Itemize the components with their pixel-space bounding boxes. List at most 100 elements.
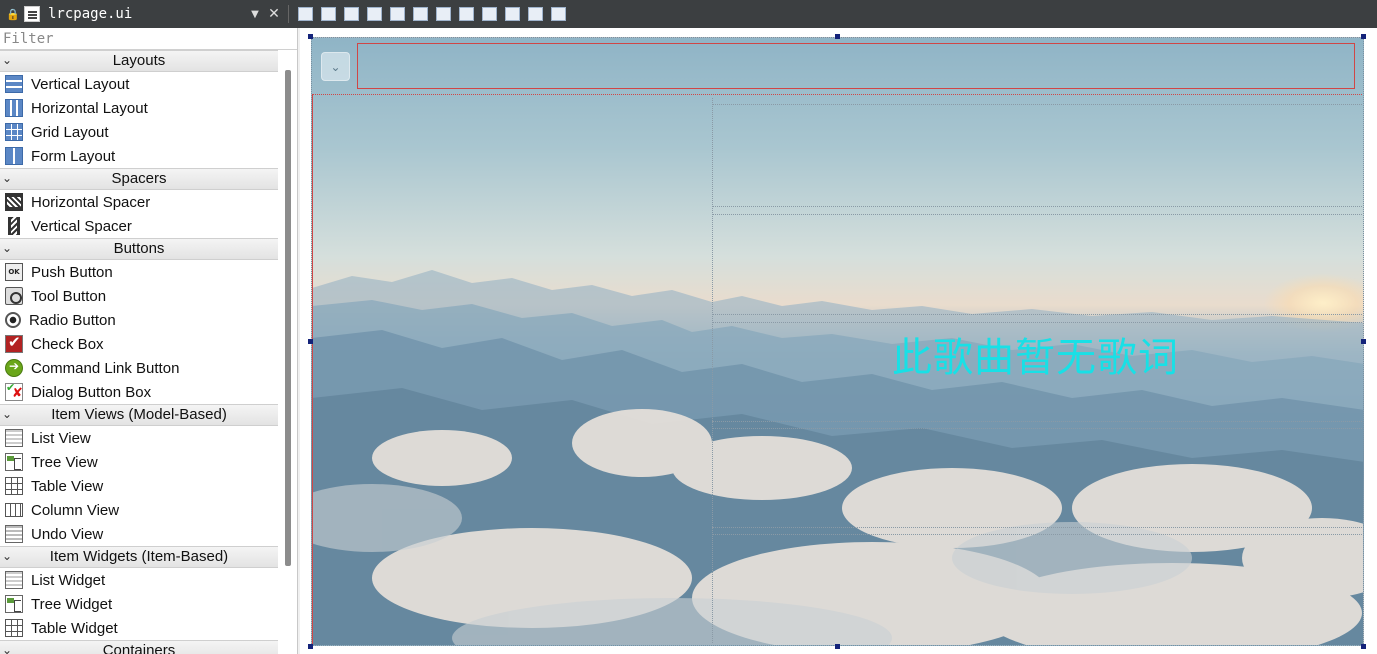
radio-button-icon	[5, 312, 21, 328]
lay-out-form-icon[interactable]	[479, 4, 500, 24]
lock-icon: 🔒	[6, 7, 20, 21]
tree-widget-icon	[5, 595, 23, 613]
horizontal-layout-icon	[5, 99, 23, 117]
table-view-icon	[5, 477, 23, 495]
edit-buddies-icon[interactable]	[341, 4, 362, 24]
edit-signals-icon[interactable]	[318, 4, 339, 24]
form-layout-icon	[5, 147, 23, 165]
widget-item[interactable]: Dialog Button Box	[0, 380, 278, 404]
widget-item[interactable]: List Widget	[0, 568, 278, 592]
widget-item[interactable]: Column View	[0, 498, 278, 522]
chevron-down-icon: ⌄	[330, 59, 341, 74]
category-label: Item Views (Model-Based)	[51, 406, 227, 423]
widget-item[interactable]: OK Push Button	[0, 260, 278, 284]
category-label: Buttons	[113, 240, 165, 257]
tool-button-icon	[5, 287, 23, 305]
category-header[interactable]: ⌄ Containers	[0, 640, 278, 654]
widget-item-label: Tree View	[31, 453, 98, 471]
resize-handle[interactable]	[835, 644, 840, 649]
widget-item-label: Tree Widget	[31, 595, 113, 613]
break-layout-icon[interactable]	[525, 4, 546, 24]
layout-guide	[712, 534, 1363, 535]
chevron-down-icon[interactable]: ▼	[248, 9, 262, 20]
title-frame[interactable]	[357, 43, 1355, 89]
widget-item[interactable]: Table Widget	[0, 616, 278, 640]
chevron-down-icon: ⌄	[2, 549, 13, 563]
dropdown-button[interactable]: ⌄	[321, 52, 350, 81]
close-icon[interactable]: ✕	[264, 6, 284, 22]
layout-guide	[712, 322, 1363, 323]
adjust-size-icon[interactable]	[548, 4, 569, 24]
category-header[interactable]: ⌄ Layouts	[0, 50, 278, 72]
widget-item[interactable]: Tree Widget	[0, 592, 278, 616]
tree-view-icon	[5, 453, 23, 471]
widget-item[interactable]: Grid Layout	[0, 120, 278, 144]
widget-item[interactable]: Command Link Button	[0, 356, 278, 380]
file-selector[interactable]: lrcpage.ui	[48, 6, 248, 22]
resize-handle[interactable]	[1361, 339, 1366, 344]
category-label: Containers	[102, 642, 176, 654]
widget-category-list: ⌄ Layouts Vertical Layout Horizontal Layout…	[0, 50, 297, 654]
list-view-icon	[5, 429, 23, 447]
widget-item-label: List View	[31, 429, 91, 447]
layout-guide	[712, 206, 1363, 207]
widget-item[interactable]: Vertical Layout	[0, 72, 278, 96]
designer-toolbar: 🔒 lrcpage.ui ▼ ✕	[0, 0, 1377, 28]
resize-handle[interactable]	[308, 644, 313, 649]
layout-guide	[712, 428, 1363, 429]
lay-out-vertically-icon[interactable]	[410, 4, 431, 24]
widget-item[interactable]: Form Layout	[0, 144, 278, 168]
category-header[interactable]: ⌄ Spacers	[0, 168, 278, 190]
category-label: Layouts	[112, 52, 166, 69]
widget-item-label: Form Layout	[31, 147, 116, 165]
command-link-icon	[5, 359, 23, 377]
widget-box: Filter ⌄ Layouts Vertical Layout Horizontal…	[0, 28, 298, 654]
widget-item[interactable]: Check Box	[0, 332, 278, 356]
widget-item-label: List Widget	[31, 571, 106, 589]
push-button-icon: OK	[5, 263, 23, 281]
chevron-down-icon: ⌄	[2, 643, 13, 654]
widget-item[interactable]: Table View	[0, 474, 278, 498]
check-box-icon	[5, 333, 23, 353]
widget-item-label: Vertical Layout	[31, 75, 130, 93]
widget-item[interactable]: Tool Button	[0, 284, 278, 308]
layout-guide	[712, 214, 1363, 215]
resize-handle[interactable]	[1361, 34, 1366, 39]
layout-guide	[712, 421, 1363, 422]
lay-out-vertical-splitter-icon[interactable]	[456, 4, 477, 24]
widget-item-label: Table Widget	[31, 619, 118, 637]
widget-item[interactable]: Radio Button	[0, 308, 278, 332]
widget-item[interactable]: Horizontal Spacer	[0, 190, 278, 214]
layout-guide	[712, 527, 1363, 528]
resize-handle[interactable]	[308, 34, 313, 39]
category-header[interactable]: ⌄ Item Views (Model-Based)	[0, 404, 278, 426]
widget-item[interactable]: Vertical Spacer	[0, 214, 278, 238]
widget-item-label: Horizontal Spacer	[31, 193, 151, 211]
lyric-label[interactable]: 此歌曲暂无歌词	[892, 325, 1179, 383]
lay-out-horizontal-splitter-icon[interactable]	[433, 4, 454, 24]
widget-item-label: Undo View	[31, 525, 104, 543]
widget-item-label: Horizontal Layout	[31, 99, 148, 117]
lay-out-horizontally-icon[interactable]	[387, 4, 408, 24]
widget-item-label: Vertical Spacer	[31, 217, 132, 235]
widget-item[interactable]: Horizontal Layout	[0, 96, 278, 120]
widget-item-label: Radio Button	[29, 311, 116, 329]
form-editor-canvas: ⌄ 此歌曲暂无歌词	[300, 28, 1377, 654]
edit-tab-order-icon[interactable]	[364, 4, 385, 24]
widget-item[interactable]: Undo View	[0, 522, 278, 546]
filter-input[interactable]: Filter	[0, 28, 297, 50]
lrc-page-form[interactable]: ⌄ 此歌曲暂无歌词	[311, 37, 1364, 646]
edit-widgets-icon[interactable]	[295, 4, 316, 24]
resize-handle[interactable]	[835, 34, 840, 39]
category-label: Item Widgets (Item-Based)	[49, 548, 229, 565]
widget-item[interactable]: List View	[0, 426, 278, 450]
widget-item[interactable]: Tree View	[0, 450, 278, 474]
scrollbar[interactable]	[285, 70, 291, 566]
category-label: Spacers	[111, 170, 167, 187]
resize-handle[interactable]	[1361, 644, 1366, 649]
toolbar-separator	[288, 5, 289, 23]
resize-handle[interactable]	[308, 339, 313, 344]
category-header[interactable]: ⌄ Item Widgets (Item-Based)	[0, 546, 278, 568]
lay-out-grid-icon[interactable]	[502, 4, 523, 24]
category-header[interactable]: ⌄ Buttons	[0, 238, 278, 260]
